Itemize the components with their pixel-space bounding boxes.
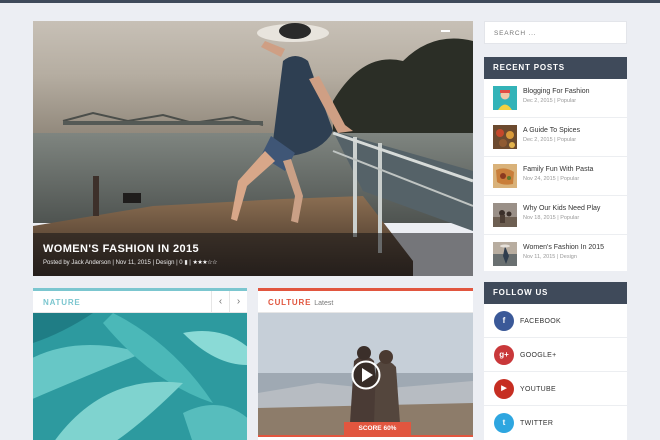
google-plus-icon[interactable]: g+ — [494, 345, 514, 365]
featured-post[interactable]: WOMEN'S FASHION IN 2015 Posted by Jack A… — [33, 21, 473, 276]
recent-post-item[interactable]: Why Our Kids Need Play Nov 18, 2015 | Po… — [484, 196, 627, 235]
recent-post-meta: Nov 18, 2015 | Popular — [523, 215, 580, 221]
recent-post-item[interactable]: A Guide To Spices Dec 2, 2015 | Popular — [484, 118, 627, 157]
featured-post-title[interactable]: WOMEN'S FASHION IN 2015 — [43, 243, 199, 255]
culture-label-text: CULTURE — [268, 298, 312, 307]
recent-post-thumbnail[interactable] — [493, 164, 517, 188]
recent-post-title[interactable]: Why Our Kids Need Play — [523, 205, 600, 212]
youtube-icon[interactable]: ▶ — [494, 379, 514, 399]
recent-post-meta: Nov 24, 2015 | Popular — [523, 176, 580, 182]
twitter-icon[interactable]: t — [494, 413, 514, 433]
culture-card-label[interactable]: CULTURE Latest — [268, 298, 333, 307]
social-link-facebook[interactable]: f FACEBOOK — [484, 304, 627, 338]
social-label[interactable]: GOOGLE+ — [520, 352, 557, 359]
recent-post-title[interactable]: Family Fun With Pasta — [523, 166, 593, 173]
top-bar — [0, 0, 660, 3]
culture-card-header: CULTURE Latest — [258, 291, 473, 313]
recent-post-title[interactable]: Blogging For Fashion — [523, 88, 590, 95]
recent-post-title[interactable]: A Guide To Spices — [523, 127, 580, 134]
follow-us-list: f FACEBOOK g+ GOOGLE+ ▶ YOUTUBE t TWITTE… — [484, 304, 627, 440]
recent-posts-list: Blogging For Fashion Dec 2, 2015 | Popul… — [484, 79, 627, 271]
recent-post-item[interactable]: Family Fun With Pasta Nov 24, 2015 | Pop… — [484, 157, 627, 196]
recent-post-title[interactable]: Women's Fashion In 2015 — [523, 244, 604, 251]
next-arrow-icon[interactable]: › — [229, 291, 247, 313]
recent-post-item[interactable]: Blogging For Fashion Dec 2, 2015 | Popul… — [484, 79, 627, 118]
featured-post-meta-text: Posted by Jack Anderson | Nov 11, 2015 |… — [43, 260, 183, 266]
recent-post-meta: Dec 2, 2015 | Popular — [523, 98, 577, 104]
social-link-youtube[interactable]: ▶ YOUTUBE — [484, 372, 627, 406]
score-badge: SCORE 60% — [344, 422, 411, 435]
slider-indicator[interactable] — [441, 30, 450, 32]
play-icon[interactable] — [351, 360, 381, 390]
recent-post-thumbnail[interactable] — [493, 86, 517, 110]
social-link-twitter[interactable]: t TWITTER — [484, 406, 627, 440]
follow-us-heading: FOLLOW US — [484, 282, 627, 304]
recent-post-meta: Dec 2, 2015 | Popular — [523, 137, 577, 143]
culture-accent-bar — [258, 435, 473, 437]
recent-post-item[interactable]: Women's Fashion In 2015 Nov 11, 2015 | D… — [484, 235, 627, 274]
featured-post-meta: Posted by Jack Anderson | Nov 11, 2015 |… — [43, 260, 218, 266]
nature-card-header: NATURE ‹ › — [33, 291, 247, 313]
recent-post-thumbnail[interactable] — [493, 242, 517, 266]
culture-card: CULTURE Latest SCORE 60% — [258, 288, 473, 440]
search-box[interactable] — [484, 21, 627, 44]
social-link-googleplus[interactable]: g+ GOOGLE+ — [484, 338, 627, 372]
recent-posts-heading: RECENT POSTS — [484, 57, 627, 79]
social-label[interactable]: FACEBOOK — [520, 318, 561, 325]
nature-card-image[interactable] — [33, 313, 247, 440]
facebook-icon[interactable]: f — [494, 311, 514, 331]
culture-card-sublabel: Latest — [314, 300, 334, 307]
nature-card: NATURE ‹ › — [33, 288, 247, 440]
nature-card-label[interactable]: NATURE — [43, 298, 81, 307]
recent-post-meta: Nov 11, 2015 | Design — [523, 254, 577, 260]
social-label[interactable]: TWITTER — [520, 420, 553, 427]
rating-stars: ★★★☆☆ — [192, 260, 218, 266]
comment-icon: ▮ — [184, 260, 188, 266]
search-input[interactable] — [485, 23, 626, 44]
social-label[interactable]: YOUTUBE — [520, 386, 556, 393]
recent-post-thumbnail[interactable] — [493, 125, 517, 149]
prev-arrow-icon[interactable]: ‹ — [211, 291, 229, 313]
recent-post-thumbnail[interactable] — [493, 203, 517, 227]
